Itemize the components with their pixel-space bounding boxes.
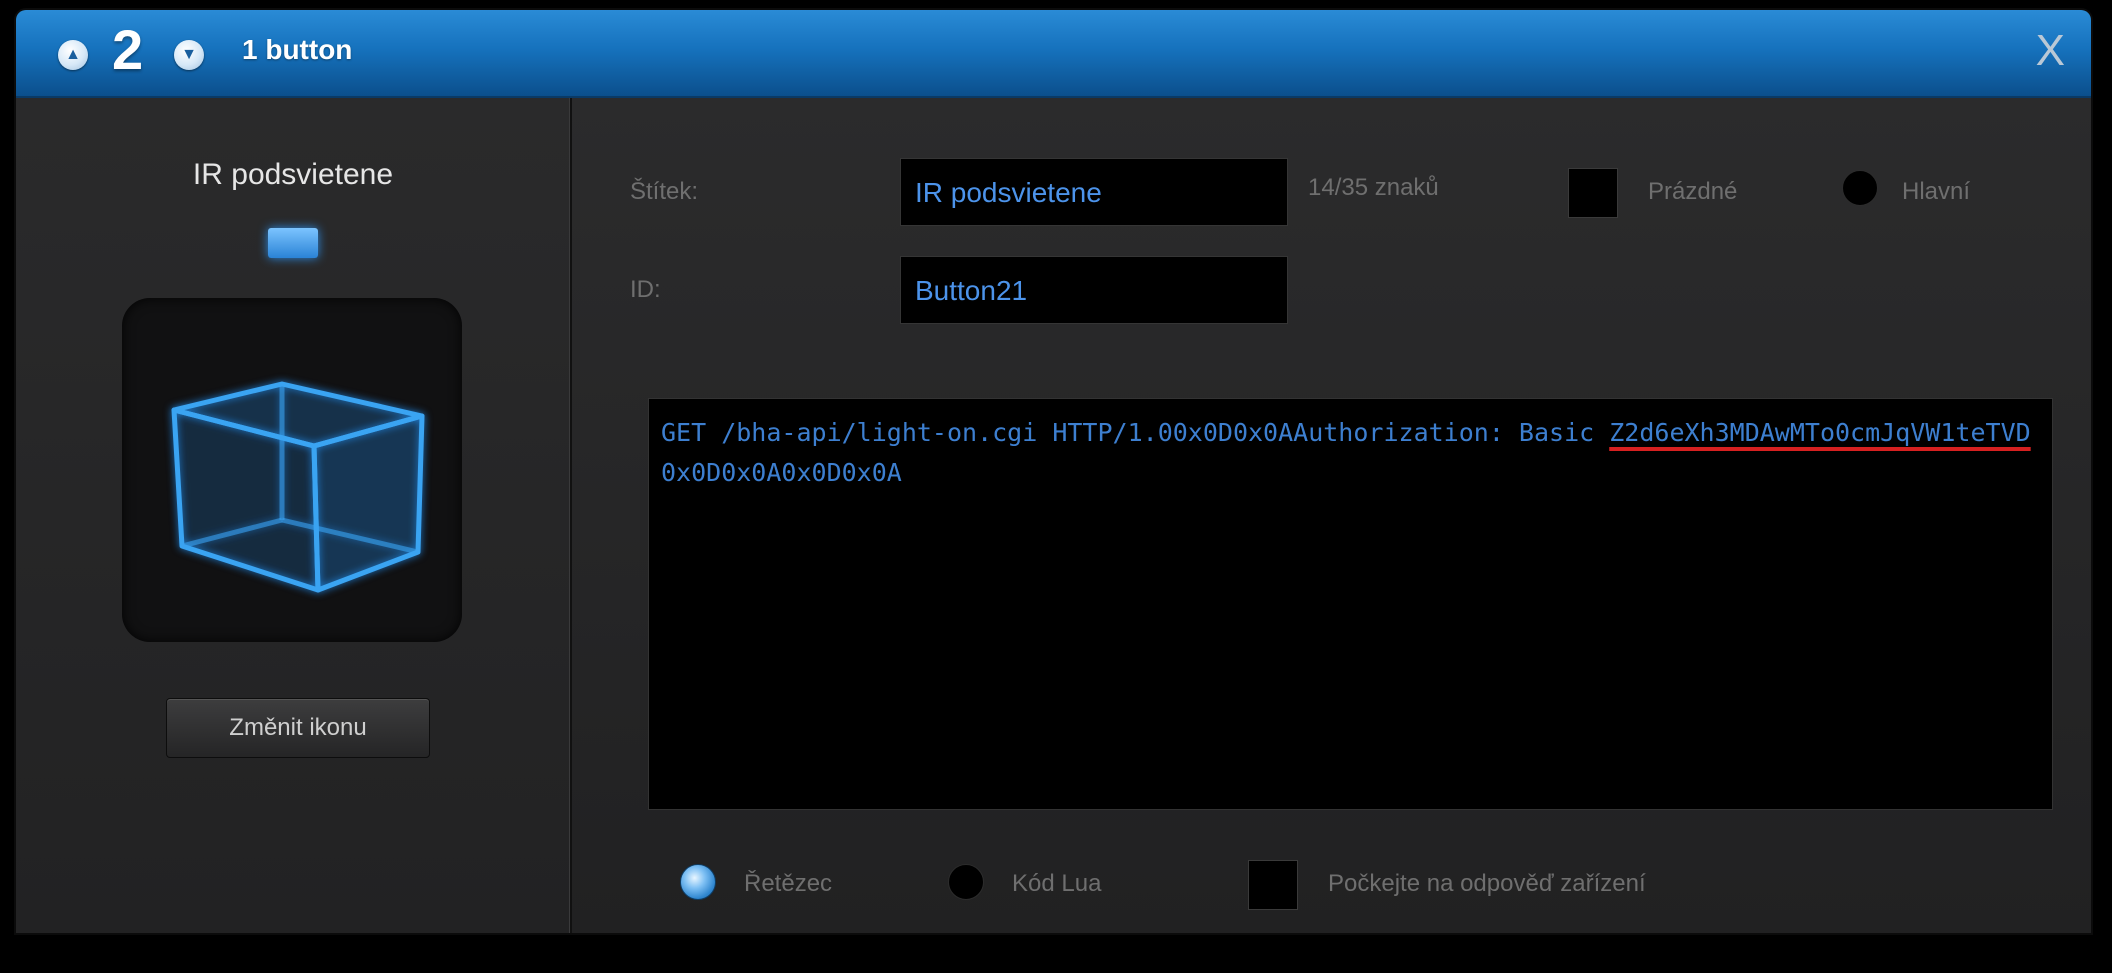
empty-checkbox[interactable] (1568, 168, 1618, 218)
dialog-window: ▲ 2 ▼ 1 button X IR podsvietene Změnit i… (16, 10, 2091, 933)
command-line-1: GET /bha-api/light-on.cgi HTTP/1.00x0D0x… (661, 418, 1610, 447)
icon-panel: IR podsvietene Změnit ikonu (16, 98, 572, 933)
window-title: 1 button (242, 34, 353, 65)
id-input[interactable]: Button21 (900, 256, 1288, 324)
string-radio-label: Řetězec (744, 870, 833, 897)
lua-code-radio[interactable] (948, 864, 984, 900)
empty-checkbox-label: Prázdné (1648, 178, 1738, 205)
command-line-2-rest: 0x0D0x0A0x0D0x0A (661, 458, 902, 487)
id-field-label: ID: (630, 276, 661, 303)
title-bar: ▲ 2 ▼ 1 button X (16, 10, 2091, 98)
main-radio-label: Hlavní (1902, 178, 1971, 205)
wait-response-checkbox[interactable] (1248, 860, 1298, 910)
lua-code-radio-label: Kód Lua (1012, 870, 1102, 897)
label-input[interactable]: IR podsvietene (900, 158, 1288, 226)
previous-arrow-icon[interactable]: ▲ (58, 40, 88, 70)
char-count: 14/35 znaků (1308, 174, 1439, 201)
string-radio[interactable] (680, 864, 716, 900)
button-number: 2 (112, 18, 144, 81)
auth-token-underlined: Z2d6eXh3MDAwMTo0cmJqVW1teTVD (1609, 418, 2031, 447)
change-icon-button[interactable]: Změnit ikonu (166, 698, 430, 758)
icon-label: IR podsvietene (192, 158, 394, 191)
close-button[interactable]: X (2036, 26, 2065, 76)
settings-panel: Štítek: IR podsvietene 14/35 znaků Prázd… (572, 98, 2091, 933)
indicator-led-icon (268, 228, 318, 258)
label-field-label: Štítek: (630, 178, 699, 205)
wait-response-label: Počkejte na odpověď zařízení (1328, 870, 1646, 897)
next-arrow-icon[interactable]: ▼ (174, 40, 204, 70)
wireframe-cube-icon (171, 381, 425, 593)
command-textarea[interactable]: GET /bha-api/light-on.cgi HTTP/1.00x0D0x… (648, 398, 2053, 810)
icon-preview (122, 298, 462, 642)
main-radio[interactable] (1842, 170, 1878, 206)
